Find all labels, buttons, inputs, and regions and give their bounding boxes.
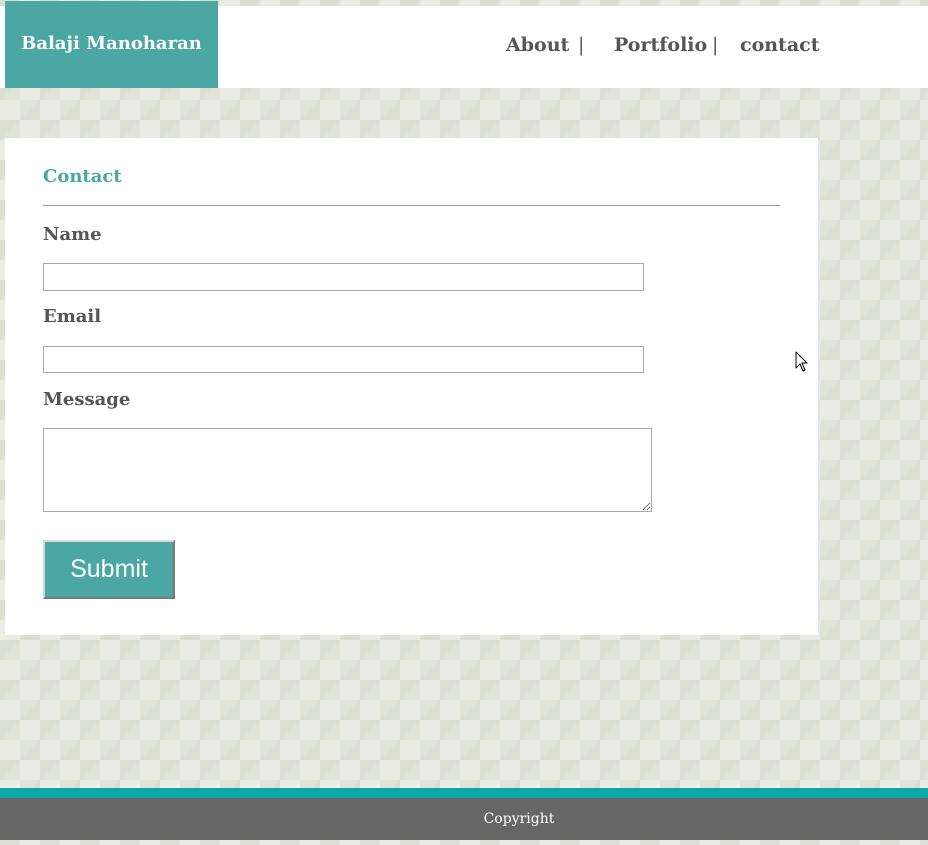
title-divider	[43, 205, 780, 206]
nav-contact-link[interactable]: contact	[740, 34, 820, 56]
main-nav: About | Portfolio | contact	[0, 6, 928, 88]
submit-button[interactable]: Submit	[43, 540, 175, 599]
site-footer: Copyright	[0, 798, 928, 840]
nav-separator: |	[712, 34, 719, 56]
contact-title: Contact	[43, 166, 122, 187]
contact-card: Contact Name Email Message Submit	[5, 138, 818, 635]
name-input[interactable]	[43, 263, 644, 291]
name-label: Name	[43, 224, 102, 245]
email-input[interactable]	[43, 346, 644, 373]
email-label: Email	[43, 306, 102, 327]
nav-separator: |	[578, 34, 585, 56]
mouse-pointer-icon	[795, 351, 808, 372]
nav-portfolio-link[interactable]: Portfolio	[614, 34, 707, 56]
copyright-text: Copyright	[483, 811, 555, 827]
footer-accent-stripe	[0, 788, 928, 798]
message-textarea[interactable]	[43, 428, 652, 512]
nav-about-link[interactable]: About	[506, 34, 569, 56]
message-label: Message	[43, 389, 131, 410]
